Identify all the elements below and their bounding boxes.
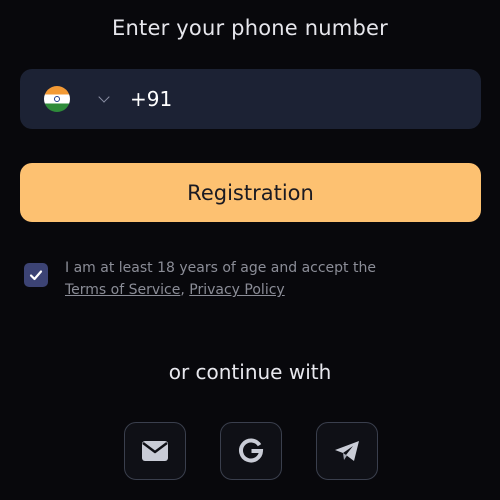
- google-login-button[interactable]: [220, 422, 282, 480]
- flag-chakra: [54, 96, 60, 102]
- terms-of-service-link[interactable]: Terms of Service: [65, 282, 180, 298]
- continue-with-label: or continue with: [168, 360, 332, 384]
- telegram-login-button[interactable]: [316, 422, 378, 480]
- page-title: Enter your phone number: [112, 16, 388, 40]
- phone-field[interactable]: [20, 69, 481, 129]
- privacy-policy-link[interactable]: Privacy Policy: [189, 282, 284, 298]
- envelope-icon: [142, 441, 168, 461]
- chevron-down-icon[interactable]: [98, 91, 110, 103]
- link-separator: ,: [180, 282, 185, 298]
- telegram-icon: [335, 441, 359, 461]
- phone-input[interactable]: [130, 83, 460, 115]
- consent-label: I am at least 18 years of age and accept…: [65, 260, 376, 276]
- email-login-button[interactable]: [124, 422, 186, 480]
- india-flag-icon[interactable]: [44, 86, 70, 112]
- registration-button[interactable]: Registration: [20, 163, 481, 222]
- consent-text: I am at least 18 years of age and accept…: [65, 257, 485, 301]
- age-consent-checkbox[interactable]: [24, 263, 48, 287]
- checkmark-icon: [29, 270, 43, 281]
- google-icon: [239, 438, 264, 463]
